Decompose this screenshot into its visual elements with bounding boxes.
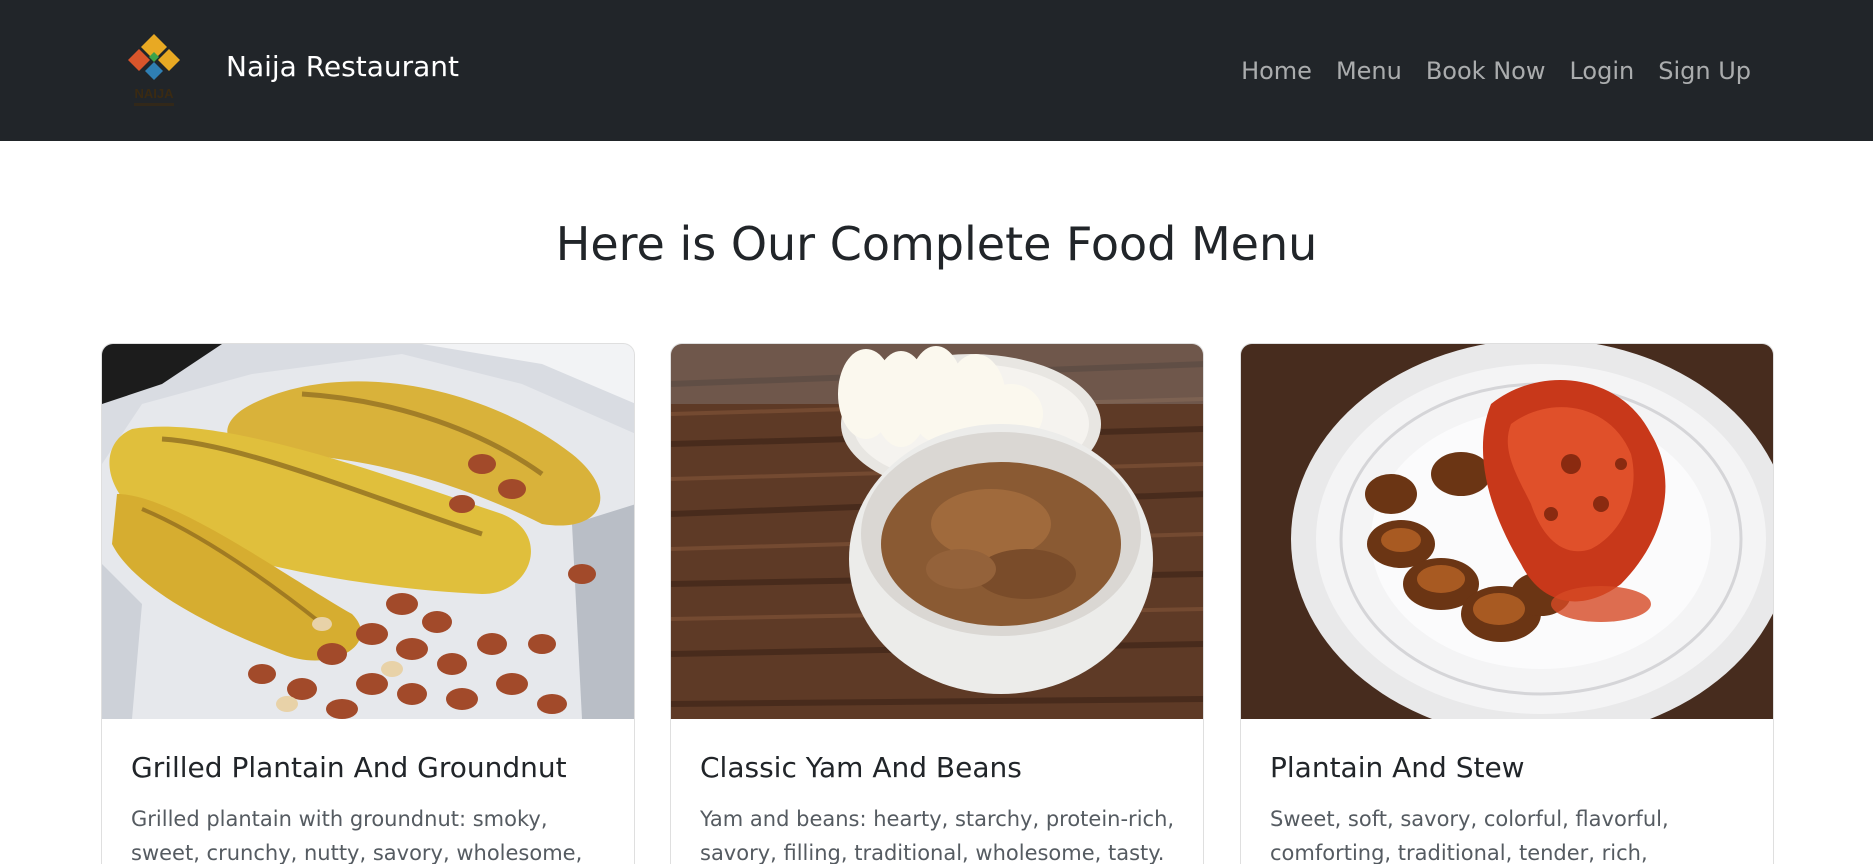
nav-links: Home Menu Book Now Login Sign Up (1229, 51, 1763, 91)
restaurant-logo[interactable]: NAIJA (124, 30, 184, 112)
nav-link-book-now[interactable]: Book Now (1414, 51, 1558, 91)
svg-text:NAIJA: NAIJA (134, 86, 174, 101)
card-title: Plantain And Stew (1270, 751, 1525, 784)
menu-card-yam-and-beans[interactable]: Classic Yam And Beans Yam and beans: hea… (670, 343, 1204, 864)
nav-link-home[interactable]: Home (1229, 51, 1324, 91)
card-title: Grilled Plantain And Groundnut (131, 751, 567, 784)
nav-link-sign-up[interactable]: Sign Up (1646, 51, 1763, 91)
nav-link-login[interactable]: Login (1557, 51, 1646, 91)
menu-card-grilled-plantain[interactable]: Grilled Plantain And Groundnut Grilled p… (101, 343, 635, 864)
grilled-plantain-photo (102, 344, 634, 719)
brand-name[interactable]: Naija Restaurant (226, 47, 459, 87)
card-description: Yam and beans: hearty, starchy, protein-… (700, 807, 1175, 864)
card-description: Sweet, soft, savory, colorful, flavorful… (1270, 807, 1669, 864)
navbar: NAIJA Naija Restaurant Home Menu Book No… (0, 0, 1873, 141)
plantain-and-stew-photo (1241, 344, 1773, 719)
card-title: Classic Yam And Beans (700, 751, 1022, 784)
yam-and-beans-photo (671, 344, 1203, 719)
menu-card-plantain-and-stew[interactable]: Plantain And Stew Sweet, soft, savory, c… (1240, 343, 1774, 864)
nav-link-menu[interactable]: Menu (1324, 51, 1414, 91)
card-description: Grilled plantain with groundnut: smoky, … (131, 807, 583, 864)
page-title: Here is Our Complete Food Menu (555, 217, 1318, 271)
